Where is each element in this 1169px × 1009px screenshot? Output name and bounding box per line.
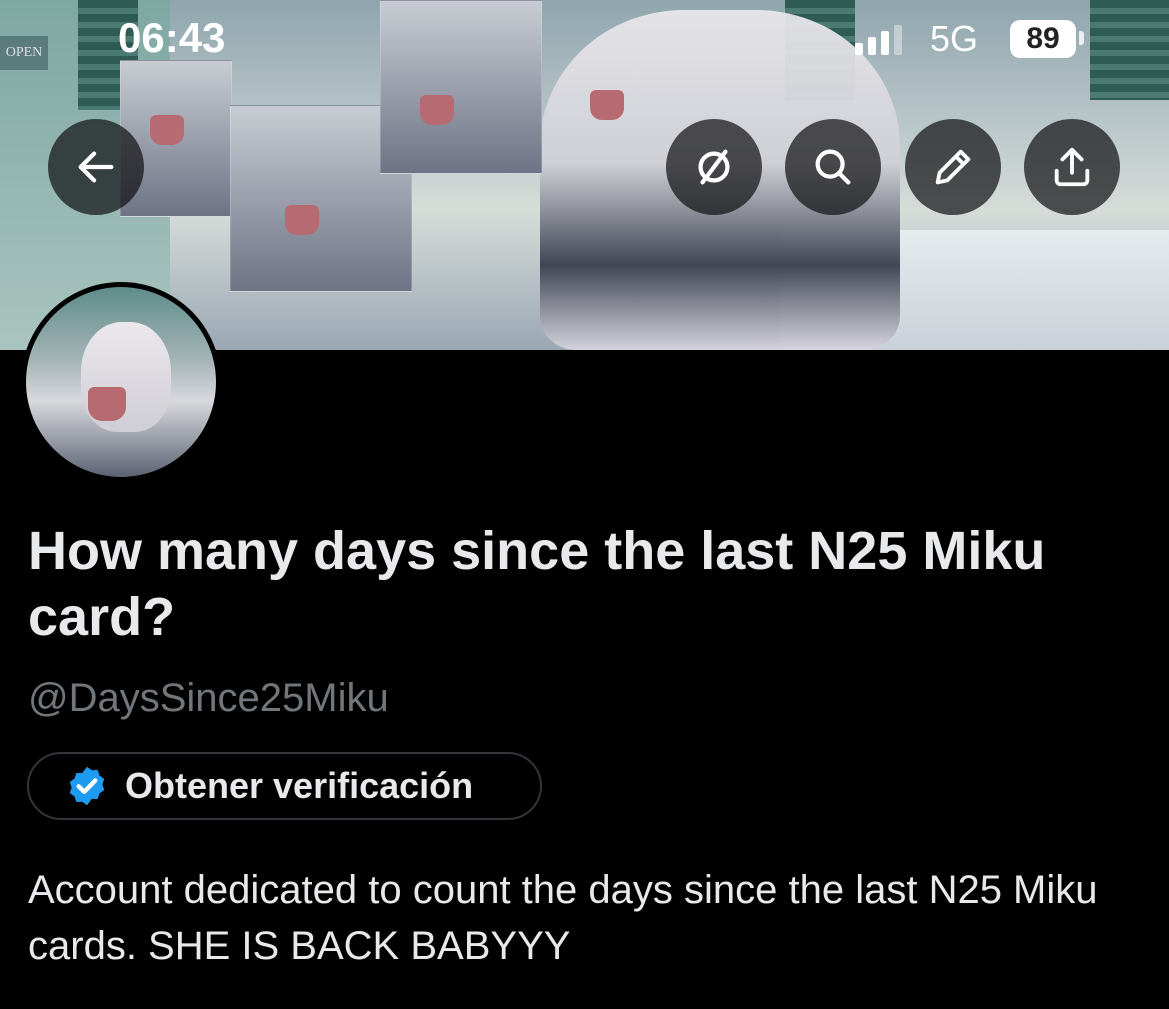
grok-icon bbox=[698, 149, 730, 185]
arrow-left-icon bbox=[78, 151, 114, 183]
banner-cup bbox=[150, 115, 184, 145]
battery-icon: 89 bbox=[1010, 20, 1076, 58]
network-type: 5G bbox=[930, 18, 979, 59]
pencil-icon bbox=[935, 149, 971, 185]
cellular-signal-icon bbox=[855, 25, 902, 55]
get-verified-label: Obtener verificación bbox=[125, 765, 474, 806]
share-button[interactable] bbox=[1024, 119, 1120, 215]
profile-avatar[interactable] bbox=[21, 282, 221, 482]
profile-display-name: How many days since the last N25 Miku ca… bbox=[28, 521, 1046, 647]
battery-tip bbox=[1079, 31, 1084, 45]
verified-badge-icon bbox=[65, 764, 109, 808]
grok-button[interactable] bbox=[666, 119, 762, 215]
status-time: 06:43 bbox=[118, 14, 226, 61]
share-icon bbox=[1054, 147, 1090, 187]
profile-handle: @DaysSince25Miku bbox=[28, 676, 389, 720]
search-button[interactable] bbox=[785, 119, 881, 215]
back-button[interactable] bbox=[48, 119, 144, 215]
profile-bio: Account dedicated to count the days sinc… bbox=[28, 868, 1098, 968]
banner-cup bbox=[590, 90, 624, 120]
search-icon bbox=[815, 149, 851, 185]
banner-cup bbox=[285, 205, 319, 235]
get-verified-button[interactable]: Obtener verificación bbox=[27, 752, 542, 820]
edit-button[interactable] bbox=[905, 119, 1001, 215]
status-bar: 06:43 5G 89 bbox=[0, 0, 1169, 80]
avatar-cup bbox=[88, 387, 126, 421]
banner-cup bbox=[420, 95, 454, 125]
avatar-image bbox=[26, 287, 216, 477]
